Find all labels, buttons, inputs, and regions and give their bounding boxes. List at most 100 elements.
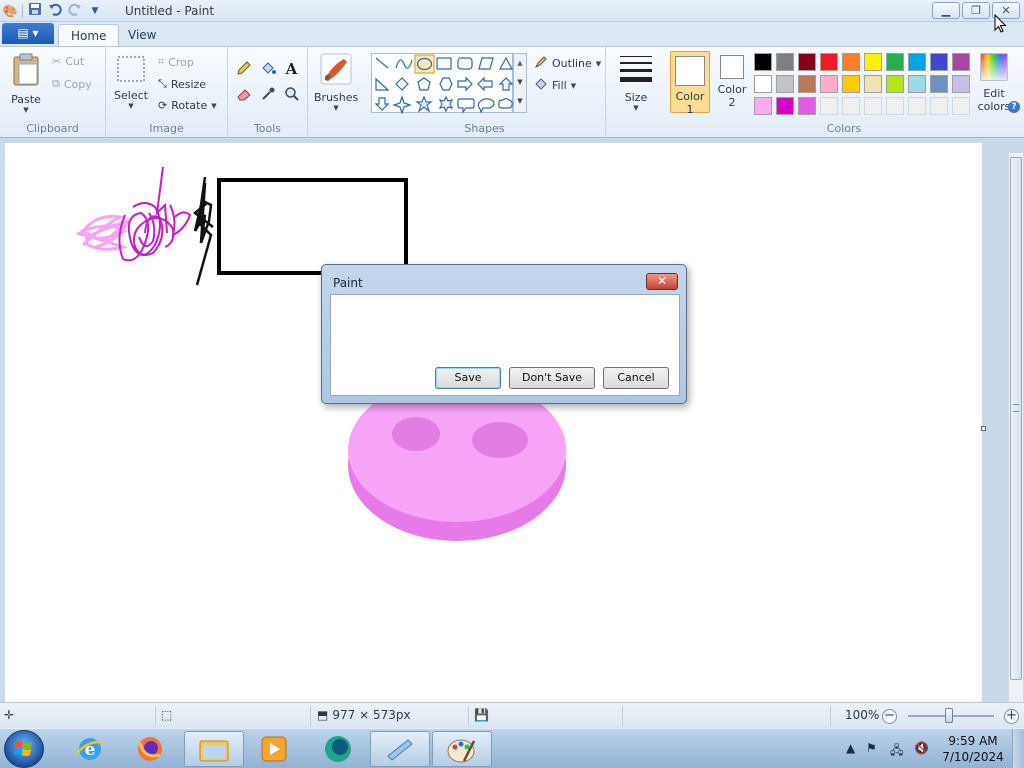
palette-swatch[interactable] [798, 75, 816, 93]
palette-swatch[interactable] [908, 97, 926, 115]
palette-swatch[interactable] [930, 75, 948, 93]
cancel-button[interactable]: Cancel [603, 367, 669, 389]
scroll-up-icon[interactable]: ▲ [514, 54, 526, 73]
color-picker-icon[interactable] [257, 85, 278, 105]
file-menu-button[interactable]: ▤ ▾ [2, 23, 54, 44]
palette-swatch[interactable] [952, 75, 970, 93]
palette-swatch[interactable] [864, 53, 882, 71]
palette-swatch[interactable] [776, 97, 794, 115]
palette-swatch[interactable] [820, 53, 838, 71]
drawing-canvas[interactable] [5, 143, 982, 702]
cut-button[interactable]: ✂ Cut [52, 55, 84, 68]
palette-swatch[interactable] [776, 75, 794, 93]
crop-button[interactable]: ⌗ Crop [158, 55, 194, 69]
zoom-in-button[interactable]: + [1004, 709, 1019, 724]
select-button[interactable]: Select ▼ [112, 55, 150, 110]
rounded-rectangle-shape[interactable] [457, 57, 473, 70]
save-button[interactable]: Save [435, 367, 501, 389]
customize-icon[interactable]: ▼ [85, 2, 105, 20]
image-viewer-icon[interactable] [370, 731, 430, 767]
right-arrow-shape[interactable] [457, 76, 473, 92]
magnifier-icon[interactable] [281, 85, 302, 105]
paint-icon[interactable] [432, 731, 492, 767]
hexagon-shape[interactable] [439, 77, 453, 91]
line-shape[interactable] [375, 57, 389, 69]
network-icon[interactable]: 🖧 [890, 741, 903, 762]
four-point-star-shape[interactable] [392, 95, 412, 115]
palette-swatch[interactable] [842, 75, 860, 93]
curve-shape[interactable] [395, 59, 413, 69]
copy-button[interactable]: ⧉ Copy [52, 77, 92, 91]
file-explorer-icon[interactable] [184, 731, 244, 767]
palette-swatch[interactable] [798, 53, 816, 71]
redo-icon[interactable] [65, 2, 85, 20]
up-arrow-shape[interactable] [498, 77, 514, 91]
system-clock[interactable]: 9:59 AM 7/10/2024 [940, 733, 1006, 765]
firefox-icon[interactable] [120, 731, 180, 767]
resize-button[interactable]: ⤡ Resize [158, 77, 206, 91]
palette-swatch[interactable] [754, 97, 772, 115]
cloud-callout-shape[interactable] [498, 97, 513, 109]
five-point-star-shape[interactable] [415, 95, 433, 113]
palette-swatch[interactable] [930, 53, 948, 71]
show-desktop-button[interactable] [1012, 729, 1024, 768]
paint-app-icon[interactable]: 🎨 [0, 2, 20, 20]
palette-swatch[interactable] [952, 97, 970, 115]
zoom-slider-thumb[interactable] [945, 708, 953, 723]
start-button[interactable] [4, 730, 44, 768]
vertical-scrollbar[interactable] [1008, 153, 1023, 702]
zoom-out-button[interactable]: − [882, 709, 897, 724]
dialog-close-button[interactable]: ✕ [646, 273, 678, 290]
oval-callout-shape[interactable] [477, 98, 495, 114]
restore-button[interactable]: ❐ [962, 2, 990, 19]
volume-muted-icon[interactable]: 🔇 [914, 741, 929, 755]
palette-swatch[interactable] [864, 75, 882, 93]
color2-button[interactable]: Color 2 [712, 55, 752, 109]
rectangle-shape[interactable] [436, 57, 452, 70]
save-icon[interactable] [25, 2, 45, 20]
tab-view[interactable]: View [116, 24, 168, 46]
minimize-button[interactable]: ▁ [932, 2, 960, 19]
tab-home[interactable]: Home [58, 24, 120, 46]
palette-swatch[interactable] [776, 53, 794, 71]
media-player-icon[interactable] [244, 731, 304, 767]
palette-swatch[interactable] [842, 97, 860, 115]
palette-swatch[interactable] [886, 97, 904, 115]
palette-swatch[interactable] [886, 75, 904, 93]
rounded-callout-shape[interactable] [457, 98, 475, 114]
eraser-icon[interactable] [233, 85, 254, 105]
color1-button[interactable]: Color 1 [670, 51, 710, 116]
palette-swatch[interactable] [754, 75, 772, 93]
show-hidden-icons-icon[interactable]: ▲ [846, 741, 855, 755]
pentagon-shape[interactable] [417, 77, 431, 91]
palette-swatch[interactable] [864, 97, 882, 115]
diamond-shape[interactable] [395, 77, 409, 91]
six-point-star-shape[interactable] [438, 95, 454, 113]
palette-swatch[interactable] [820, 75, 838, 93]
rotate-button[interactable]: ⟳ Rotate ▼ [158, 99, 217, 112]
brushes-button[interactable]: Brushes ▼ [314, 53, 358, 112]
app-5-icon[interactable] [308, 731, 368, 767]
outline-button[interactable]: Outline ▼ [534, 55, 601, 72]
palette-swatch[interactable] [842, 53, 860, 71]
palette-swatch[interactable] [908, 75, 926, 93]
palette-swatch[interactable] [930, 97, 948, 115]
pencil-icon[interactable] [233, 59, 254, 79]
internet-explorer-icon[interactable]: e [60, 731, 120, 767]
text-icon[interactable]: A [281, 59, 302, 79]
action-center-flag-icon[interactable]: ⚑ [866, 741, 877, 755]
palette-swatch[interactable] [798, 97, 816, 115]
polygon-shape[interactable] [478, 57, 494, 70]
size-button[interactable]: Size ▼ [616, 53, 656, 112]
vertical-scroll-thumb[interactable] [1010, 157, 1022, 680]
canvas-resize-handle[interactable] [981, 426, 986, 431]
palette-swatch[interactable] [754, 53, 772, 71]
help-icon[interactable]: ? [1008, 101, 1020, 113]
palette-swatch[interactable] [952, 53, 970, 71]
palette-swatch[interactable] [886, 53, 904, 71]
down-arrow-shape[interactable] [374, 97, 390, 111]
right-triangle-shape[interactable] [375, 77, 390, 91]
undo-icon[interactable] [45, 2, 65, 20]
shapes-scrollbar[interactable]: ▲ ▼ ▼ [513, 53, 527, 113]
palette-swatch[interactable] [820, 97, 838, 115]
